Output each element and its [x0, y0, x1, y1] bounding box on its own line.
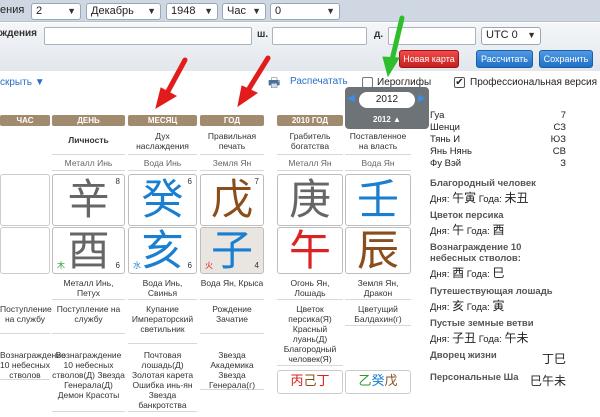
red-arrow-year: [237, 55, 271, 108]
red-arrow-month: [155, 57, 188, 110]
annotation-arrows: [155, 15, 405, 110]
green-arrow: [382, 15, 405, 78]
